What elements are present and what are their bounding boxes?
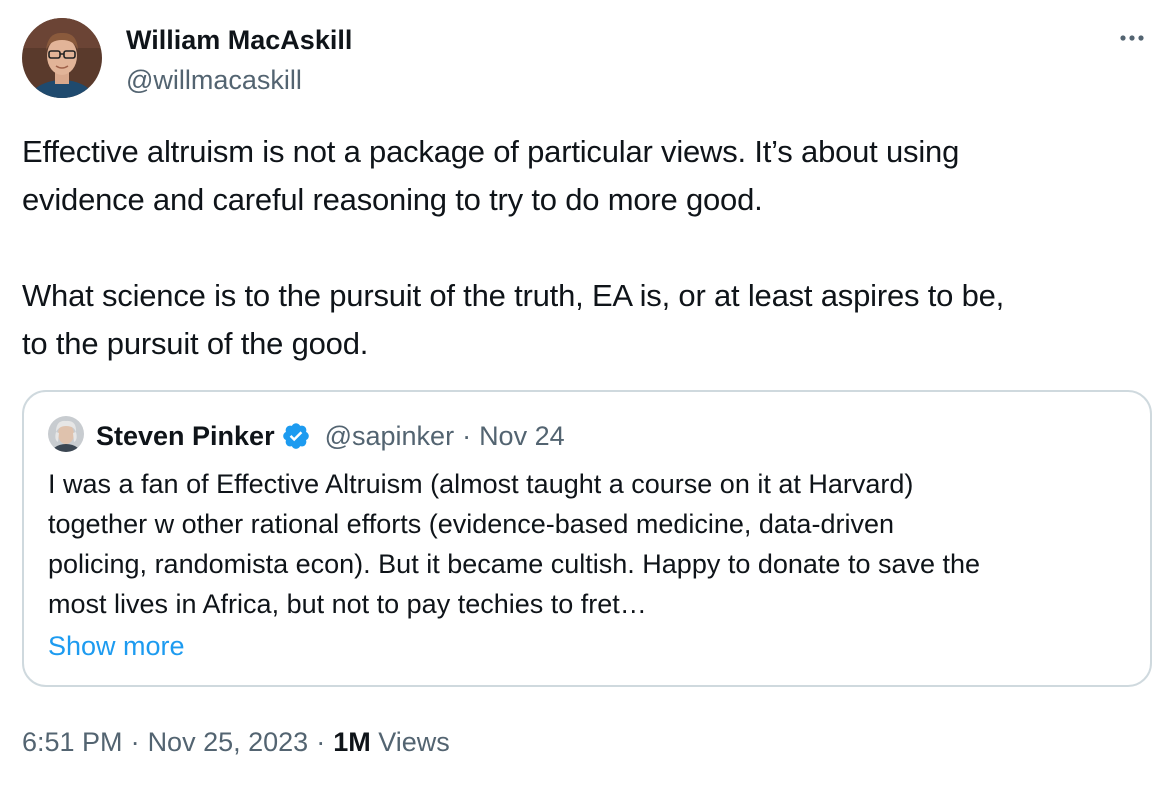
meta-separator: · xyxy=(316,727,326,757)
tweet-text-line: What science is to the pursuit of the tr… xyxy=(22,278,1005,313)
tweet-text: Effective altruism is not a package of p… xyxy=(22,128,1162,368)
tweet-time[interactable]: 6:51 PM xyxy=(22,727,123,757)
quote-author-avatar[interactable] xyxy=(48,416,84,452)
quote-author-avatar-image xyxy=(48,416,84,452)
tweet: William MacAskill @willmacaskill Effecti… xyxy=(0,0,1174,790)
views-count[interactable]: 1M xyxy=(333,727,371,757)
tweet-text-line: Effective altruism is not a package of p… xyxy=(22,134,960,169)
tweet-text-line: evidence and careful reasoning to try to… xyxy=(22,182,763,217)
quoted-tweet-card[interactable]: Steven Pinker @sapinker · Nov 24 I was a… xyxy=(22,390,1152,687)
views-label: Views xyxy=(378,727,450,757)
quote-text-line: most lives in Africa, but not to pay tec… xyxy=(48,589,647,619)
quote-date[interactable]: Nov 24 xyxy=(479,418,565,454)
quote-header: Steven Pinker @sapinker · Nov 24 xyxy=(96,416,565,456)
author-handle[interactable]: @willmacaskill xyxy=(126,62,302,98)
quote-text-line: together w other rational efforts (evide… xyxy=(48,509,894,539)
show-more-link[interactable]: Show more xyxy=(48,626,185,666)
more-horizontal-icon xyxy=(1120,35,1144,41)
tweet-date[interactable]: Nov 25, 2023 xyxy=(148,727,309,757)
author-avatar[interactable] xyxy=(22,18,102,98)
quote-text: I was a fan of Effective Altruism (almos… xyxy=(48,464,1138,624)
header-separator: · xyxy=(462,421,472,451)
quote-author-handle[interactable]: @sapinker xyxy=(325,418,454,454)
verified-badge-icon xyxy=(281,421,311,451)
more-options-button[interactable] xyxy=(1112,20,1152,56)
tweet-text-line: to the pursuit of the good. xyxy=(22,326,369,361)
quote-text-line: I was a fan of Effective Altruism (almos… xyxy=(48,469,914,499)
meta-separator: · xyxy=(130,727,140,757)
quote-author-name[interactable]: Steven Pinker xyxy=(96,418,275,454)
tweet-metadata: 6:51 PM · Nov 25, 2023 · 1M Views xyxy=(22,722,450,762)
author-avatar-image xyxy=(22,18,102,98)
quote-text-line: policing, randomista econ). But it becam… xyxy=(48,549,981,579)
author-name[interactable]: William MacAskill xyxy=(126,22,352,58)
